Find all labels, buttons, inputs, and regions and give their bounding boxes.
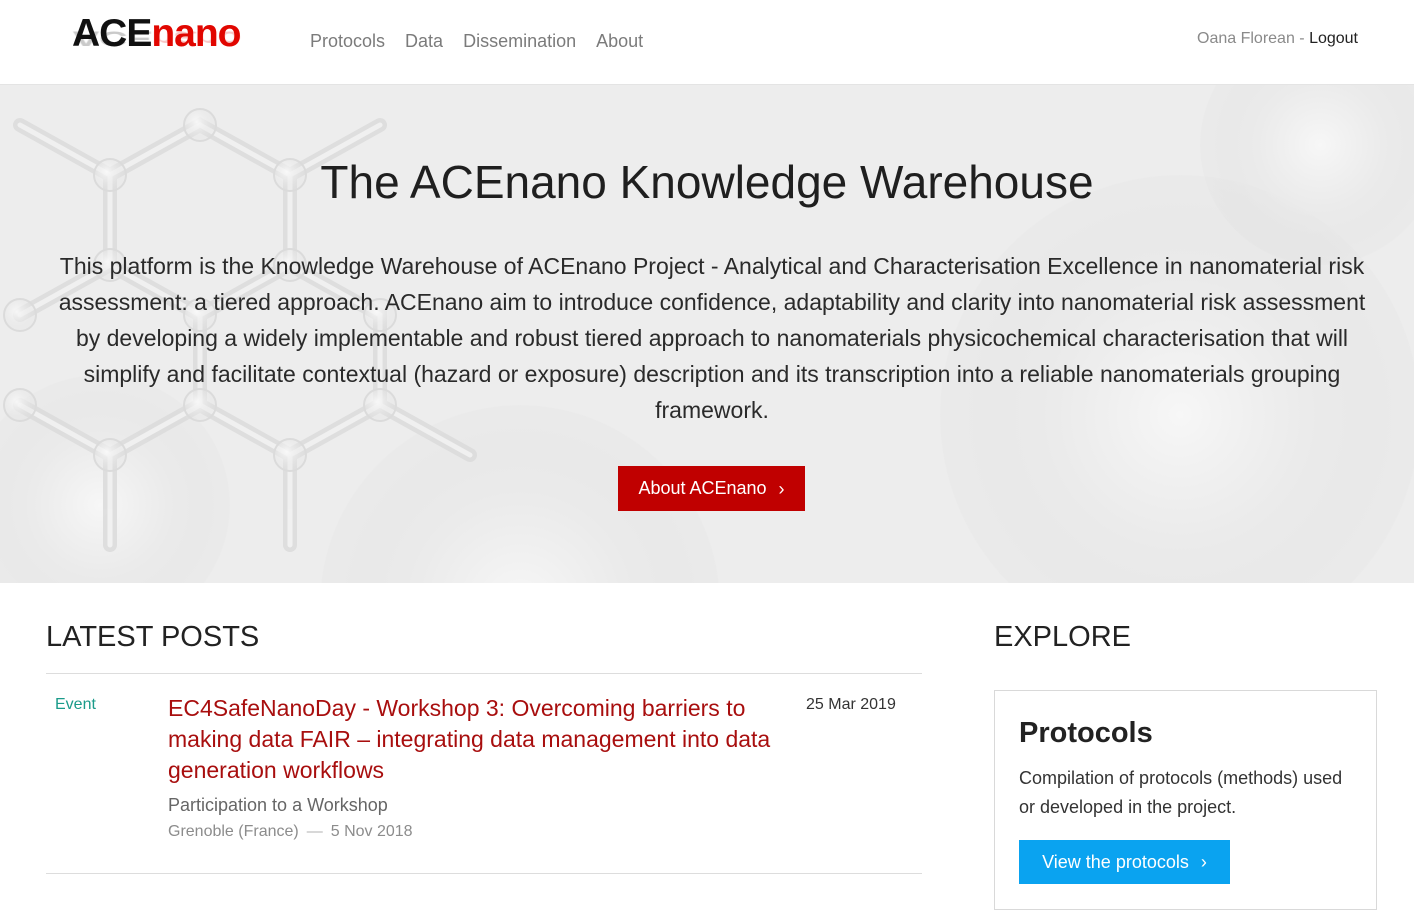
main-nav: Protocols Data Dissemination About — [300, 28, 653, 54]
about-acenano-button-label: About ACEnano — [638, 478, 767, 498]
posts-divider-top — [46, 673, 922, 674]
explore-heading: EXPLORE — [994, 621, 1131, 653]
acenano-logo[interactable]: ACEnano ACEnano — [72, 12, 272, 74]
post-meta: Grenoble (France) — 5 Nov 2018 — [168, 823, 413, 841]
post-date: 25 Mar 2019 — [806, 696, 896, 713]
about-acenano-button[interactable]: About ACEnano › — [618, 466, 805, 511]
chevron-right-icon: › — [778, 478, 785, 499]
latest-posts-heading: LATEST POSTS — [46, 621, 260, 653]
hero-banner: The ACEnano Knowledge Warehouse This pla… — [0, 85, 1414, 583]
posts-divider-bottom — [46, 873, 922, 874]
post-subtitle: Participation to a Workshop — [168, 795, 388, 815]
chevron-right-icon: › — [1200, 852, 1207, 872]
protocols-card-text: Compilation of protocols (methods) used … — [1019, 768, 1343, 817]
nav-link-dissemination[interactable]: Dissemination — [463, 31, 576, 52]
logo-reflection: ACEnano — [72, 26, 241, 50]
view-protocols-button-label: View the protocols — [1042, 851, 1189, 872]
protocols-card: Protocols Compilation of protocols (meth… — [994, 690, 1377, 910]
user-separator: - — [1294, 30, 1310, 47]
post-category[interactable]: Event — [55, 696, 96, 714]
user-name: Oana Florean — [1197, 30, 1295, 47]
nav-link-data[interactable]: Data — [405, 31, 443, 52]
protocols-card-title: Protocols — [1019, 717, 1153, 749]
hero-description: This platform is the Knowledge Warehouse… — [58, 253, 1366, 423]
top-navbar: ACEnano ACEnano Protocols Data Dissemina… — [0, 0, 1414, 85]
view-protocols-button[interactable]: View the protocols › — [1019, 840, 1230, 884]
user-area: Oana Florean - Logout — [1197, 30, 1358, 48]
logout-link[interactable]: Logout — [1309, 30, 1358, 47]
post-title-link[interactable]: EC4SafeNanoDay - Workshop 3: Overcoming … — [168, 693, 778, 786]
post-meta-separator: — — [306, 823, 323, 840]
nav-link-protocols[interactable]: Protocols — [310, 31, 385, 52]
hero-title: The ACEnano Knowledge Warehouse — [320, 156, 1094, 208]
post-event-date: 5 Nov 2018 — [330, 823, 413, 840]
post-location: Grenoble (France) — [168, 823, 299, 840]
nav-link-about[interactable]: About — [596, 31, 643, 52]
